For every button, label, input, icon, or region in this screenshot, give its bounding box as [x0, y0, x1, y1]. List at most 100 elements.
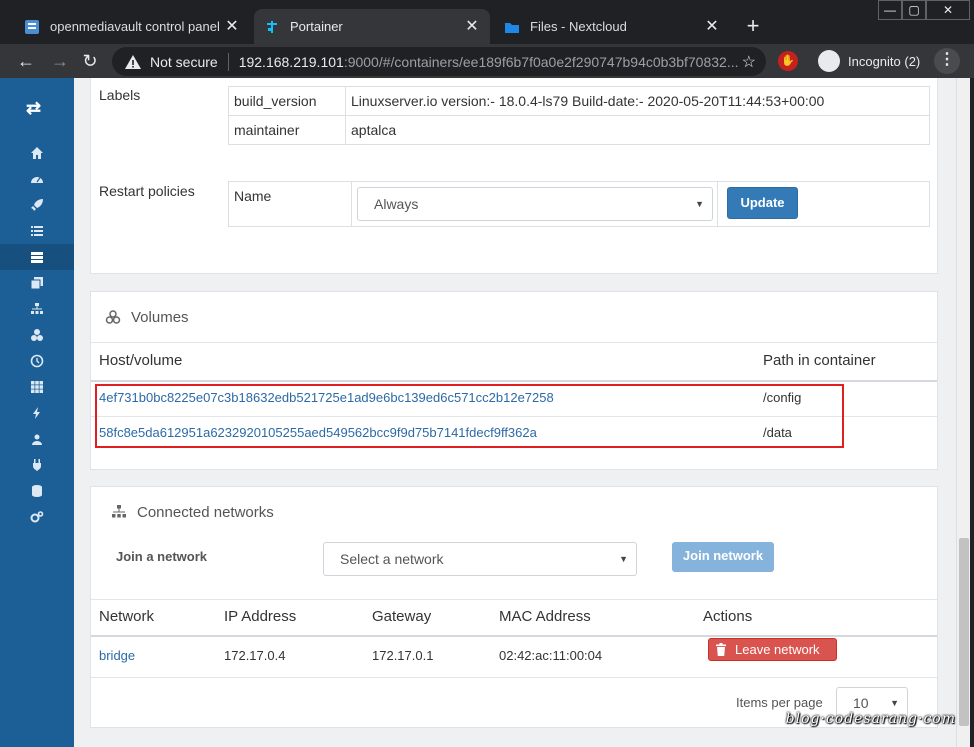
tab-strip: openmediavault control panel - ✕ Portain…: [0, 0, 974, 44]
rocket-icon[interactable]: [0, 192, 74, 218]
dashboard-icon[interactable]: [0, 166, 74, 192]
plug-icon[interactable]: [0, 452, 74, 478]
label-key: build_version: [228, 86, 346, 116]
items-per-page-label: Items per page: [736, 695, 823, 710]
volumes-header: Volumes: [91, 292, 937, 342]
new-tab-button[interactable]: +: [740, 14, 766, 40]
list-icon[interactable]: [0, 218, 74, 244]
minimize-button[interactable]: —: [878, 0, 902, 20]
join-network-label: Join a network: [116, 549, 208, 564]
labels-heading: Labels: [99, 87, 141, 103]
security-label: Not secure: [150, 53, 218, 70]
portainer-sidebar: ⇄: [0, 78, 74, 747]
divider: [91, 342, 937, 343]
network-ip: 172.17.0.4: [224, 648, 286, 663]
cogs-icon[interactable]: [0, 504, 74, 530]
tab-nextcloud[interactable]: Files - Nextcloud ✕: [494, 9, 730, 44]
users-icon[interactable]: [0, 426, 74, 452]
update-button[interactable]: Update: [727, 187, 798, 219]
networks-title: Connected networks: [137, 503, 274, 521]
restart-policies-heading: Restart policies: [99, 183, 195, 199]
chevron-down-icon: ▼: [695, 199, 704, 209]
openmediavault-icon: [25, 19, 39, 34]
restart-policy-value: Always: [374, 196, 419, 212]
gateway-column-header: Gateway: [372, 608, 432, 625]
items-per-page-value: 10: [853, 695, 869, 711]
tab-title: Files - Nextcloud: [530, 19, 627, 34]
volumes-panel: Volumes Host/volume Path in container 4e…: [90, 291, 938, 470]
restart-name-label: Name: [228, 181, 352, 227]
portainer-logo-icon[interactable]: ⇄: [26, 99, 48, 117]
grid-icon[interactable]: [0, 374, 74, 400]
tab-portainer[interactable]: Portainer ✕: [254, 9, 490, 44]
leave-network-button[interactable]: Leave network: [708, 638, 837, 661]
ip-column-header: IP Address: [224, 608, 297, 625]
volumes-title: Volumes: [131, 308, 189, 326]
incognito-indicator[interactable]: Incognito (2): [818, 48, 920, 74]
path-header: Path in container: [763, 352, 876, 369]
close-window-button[interactable]: ✕: [926, 0, 970, 20]
divider: [91, 635, 937, 637]
networks-panel: Connected networks Join a network Select…: [90, 486, 938, 728]
containers-icon[interactable]: [0, 244, 74, 270]
network-column-header: Network: [99, 608, 155, 625]
database-icon[interactable]: [0, 478, 74, 504]
tab-title: Portainer: [290, 19, 343, 34]
tab-openmediavault[interactable]: openmediavault control panel - ✕: [14, 9, 250, 44]
portainer-icon: [267, 20, 277, 33]
network-gateway: 172.17.0.1: [372, 648, 434, 663]
networks-icon: [111, 505, 127, 519]
close-tab-icon[interactable]: ✕: [224, 18, 240, 35]
extension-icon[interactable]: ✋: [778, 51, 798, 71]
history-icon[interactable]: [0, 348, 74, 374]
trash-icon: [716, 643, 726, 656]
browser-toolbar: ← → ↻ Not secure 192.168.219.101 :9000/#…: [0, 44, 974, 78]
label-value: Linuxserver.io version:- 18.0.4-ls79 Bui…: [345, 86, 930, 116]
container-details-panel: Labels build_version Linuxserver.io vers…: [90, 78, 938, 274]
label-value: aptalca: [345, 115, 930, 145]
join-network-button[interactable]: Join network: [672, 542, 774, 572]
reload-icon[interactable]: ↻: [78, 49, 102, 73]
star-icon[interactable]: ☆: [742, 52, 756, 72]
chevron-down-icon: ▼: [890, 698, 899, 708]
incognito-icon: [818, 50, 840, 72]
network-mac: 02:42:ac:11:00:04: [499, 648, 603, 663]
bolt-icon[interactable]: [0, 400, 74, 426]
mac-column-header: MAC Address: [499, 608, 591, 625]
window-border: [970, 78, 974, 747]
images-icon[interactable]: [0, 270, 74, 296]
label-key: maintainer: [228, 115, 346, 145]
volumes-icon[interactable]: [0, 322, 74, 348]
divider: [227, 52, 229, 71]
close-tab-icon[interactable]: ✕: [464, 18, 480, 35]
kebab-menu-icon[interactable]: ⋮: [934, 48, 960, 74]
home-icon[interactable]: [0, 140, 74, 166]
browser-window: openmediavault control panel - ✕ Portain…: [0, 0, 974, 747]
incognito-label: Incognito (2): [848, 53, 921, 69]
url-host: 192.168.219.101: [238, 53, 344, 70]
address-bar[interactable]: Not secure 192.168.219.101 :9000/#/conta…: [112, 47, 766, 76]
maximize-button[interactable]: ▢: [902, 0, 926, 20]
close-tab-icon[interactable]: ✕: [704, 18, 720, 35]
network-select[interactable]: Select a network ▼: [323, 542, 637, 576]
forward-icon[interactable]: →: [48, 49, 72, 73]
chevron-down-icon: ▼: [619, 554, 628, 564]
divider: [91, 380, 937, 382]
folder-icon: [505, 22, 519, 33]
divider: [91, 677, 937, 678]
url-path: :9000/#/containers/ee189f6b7f0a0e2f29074…: [343, 53, 739, 70]
restart-policy-select[interactable]: Always ▼: [357, 187, 713, 221]
leave-network-label: Leave network: [735, 642, 820, 657]
tab-title: openmediavault control panel -: [50, 19, 224, 34]
scrollbar-thumb[interactable]: [959, 538, 969, 726]
networks-icon[interactable]: [0, 296, 74, 322]
network-link[interactable]: bridge: [99, 648, 135, 663]
page-scrollbar[interactable]: [956, 78, 970, 747]
highlight-box: [95, 384, 844, 448]
actions-column-header: Actions: [703, 608, 753, 625]
back-icon[interactable]: ←: [14, 49, 38, 73]
warning-icon: [125, 54, 141, 69]
network-select-placeholder: Select a network: [340, 551, 444, 567]
main-content: Labels build_version Linuxserver.io vers…: [74, 78, 956, 747]
host-volume-header: Host/volume: [99, 352, 183, 369]
